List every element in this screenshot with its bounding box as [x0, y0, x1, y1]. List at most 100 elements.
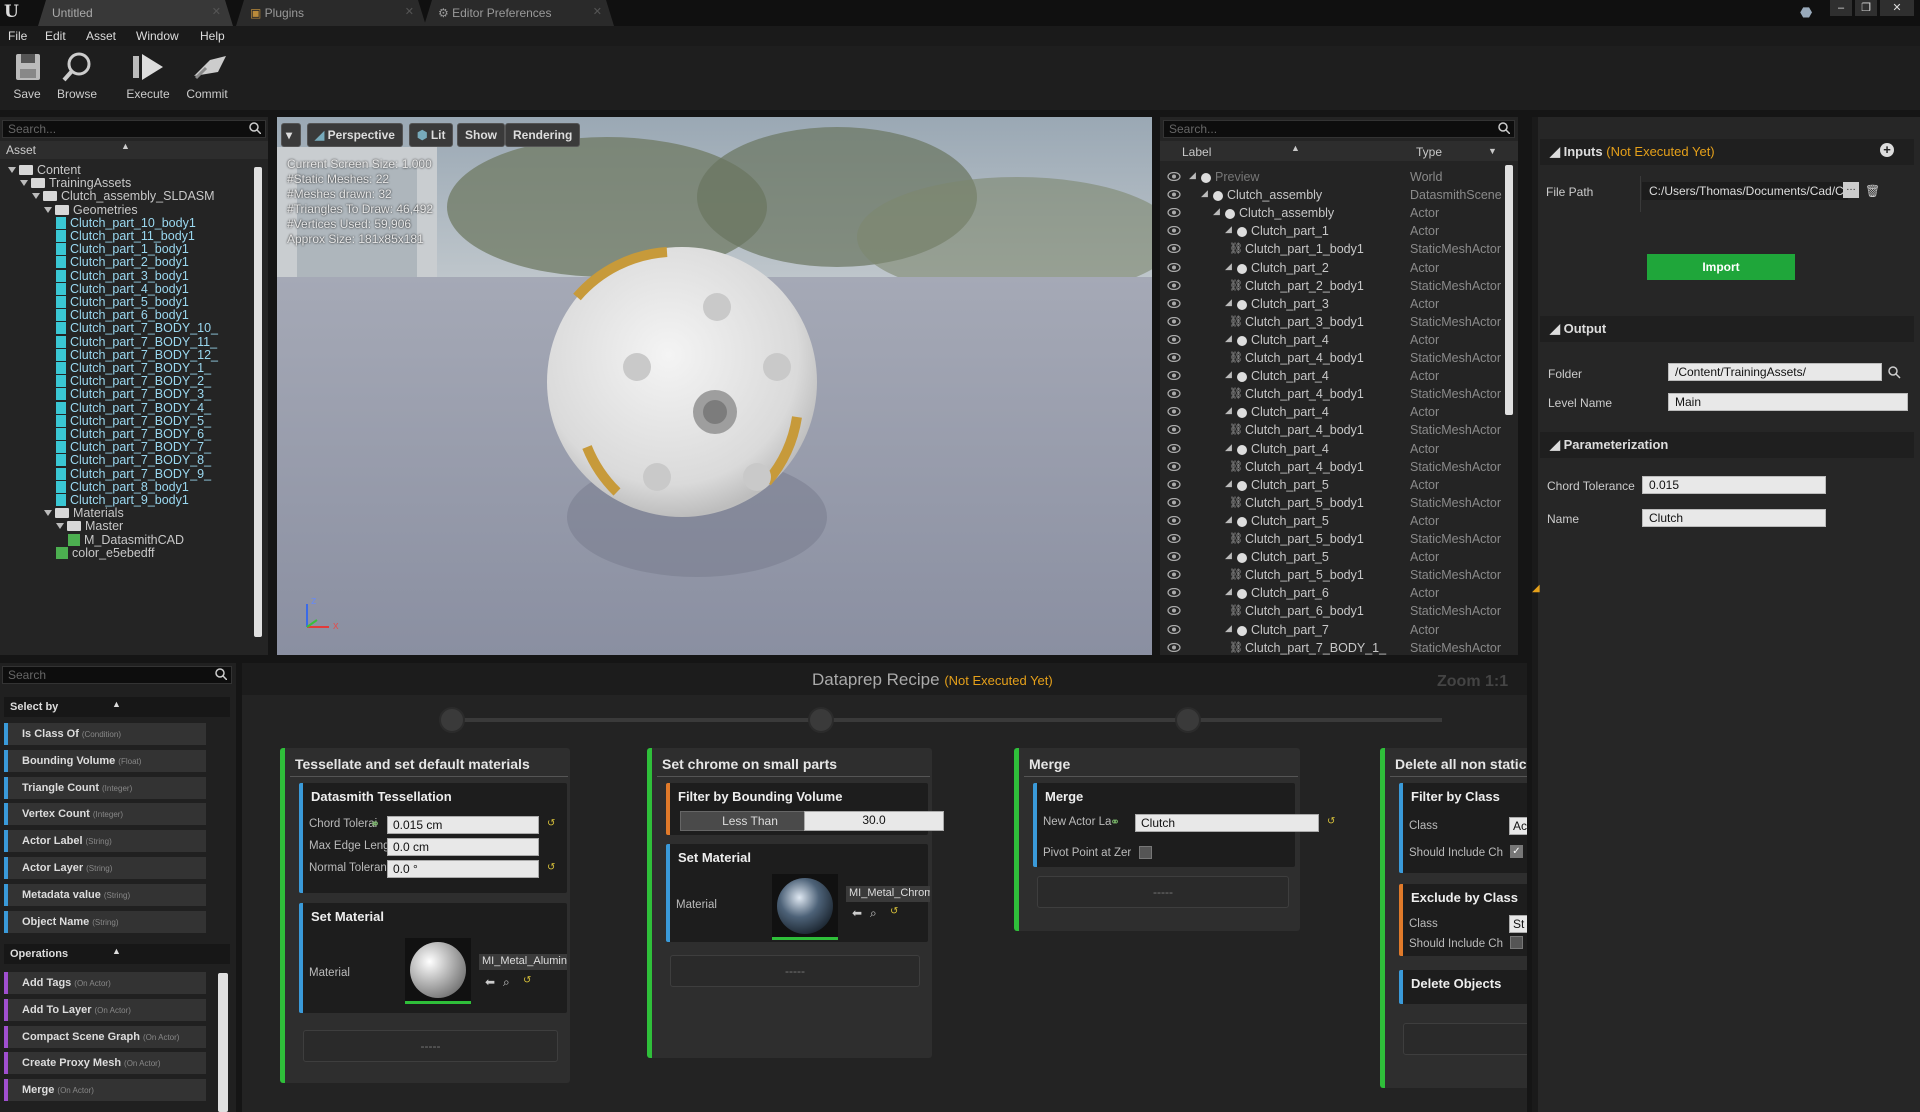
expand-arrow-icon[interactable]: ◢ [1225, 297, 1232, 308]
browse-button[interactable]: Browse [50, 50, 104, 108]
panel-splitter[interactable] [1532, 117, 1538, 1112]
library-item[interactable]: Compact Scene Graph (On Actor) [4, 1025, 206, 1048]
commit-button[interactable]: Commit [180, 50, 234, 108]
expand-arrow-icon[interactable]: ◢ [1225, 478, 1232, 489]
outliner-row[interactable]: ◢ Clutch_part_4 Actor [1163, 368, 1513, 386]
perspective-button[interactable]: ◢ Perspective [307, 123, 403, 147]
operation-drop-area[interactable] [1403, 1023, 1527, 1055]
expand-arrow-icon[interactable]: ◢ [1213, 206, 1220, 217]
visibility-eye-icon[interactable] [1167, 298, 1181, 308]
outliner-row[interactable]: ◢ Clutch_assembly Actor [1163, 205, 1513, 223]
set-material-operation[interactable]: Set Material Material MI_Metal_Chrome_01… [666, 844, 930, 942]
chord-tolerance-field[interactable]: 0.015 [1642, 476, 1826, 494]
search-icon[interactable] [1888, 366, 1901, 379]
select-by-header[interactable]: Select by ▲ [4, 697, 230, 717]
outliner-row[interactable]: ◢ Clutch_part_5 Actor [1163, 477, 1513, 495]
folder-field[interactable]: /Content/TrainingAssets/ [1668, 363, 1882, 381]
execute-button[interactable]: Execute [121, 50, 175, 108]
reset-icon[interactable]: ↺ [523, 975, 531, 986]
use-selected-arrow-icon[interactable]: ⬅ [852, 906, 862, 920]
visibility-eye-icon[interactable] [1167, 172, 1181, 181]
outliner-row[interactable]: ◢ Clutch_part_5 Actor [1163, 549, 1513, 567]
expand-arrow-icon[interactable]: ◢ [1225, 442, 1232, 453]
library-item[interactable]: Create Proxy Mesh (On Actor) [4, 1052, 206, 1075]
set-material-operation[interactable]: Set Material Material MI_Metal_Aluminium… [299, 903, 567, 1013]
window-close-button[interactable]: ✕ [1880, 0, 1914, 16]
expand-arrow-icon[interactable] [44, 510, 52, 517]
name-field[interactable]: Clutch [1642, 509, 1826, 527]
notification-icon[interactable]: ⬣ [1800, 4, 1812, 21]
library-item[interactable]: Bounding Volume (Float) [4, 749, 206, 772]
visibility-eye-icon[interactable] [1167, 515, 1181, 525]
library-item[interactable]: Actor Label (String) [4, 830, 206, 853]
operation-drop-area[interactable]: ----- [670, 955, 920, 987]
material-dropdown[interactable]: MI_Metal_Aluminium [479, 954, 567, 970]
include-children-checkbox[interactable] [1510, 936, 1523, 949]
pivot-point-checkbox[interactable] [1139, 846, 1152, 859]
link-icon[interactable]: ⚭ [370, 817, 380, 831]
tab-untitled[interactable]: Untitled ✕ [38, 0, 233, 26]
asset-search-input[interactable]: Search... [2, 120, 266, 138]
visibility-eye-icon[interactable] [1167, 334, 1181, 344]
material-dropdown[interactable]: MI_Metal_Chrome_01 [846, 886, 930, 902]
expand-arrow-icon[interactable] [20, 180, 28, 187]
minimize-button[interactable]: – [1830, 0, 1852, 16]
visibility-eye-icon[interactable] [1167, 244, 1181, 254]
rendering-button[interactable]: Rendering [505, 123, 581, 147]
asset-column-header[interactable]: Asset ▲ [0, 141, 268, 159]
outliner-row[interactable]: ◢ Clutch_part_4 Actor [1163, 332, 1513, 350]
tab-plugins[interactable]: ▣ Plugins ✕ [236, 0, 426, 26]
outliner-row[interactable]: ⛓ Clutch_part_5_body1 StaticMeshActor [1163, 531, 1513, 549]
browse-search-icon[interactable]: ⌕ [870, 906, 877, 921]
library-item[interactable]: Object Name (String) [4, 910, 206, 933]
library-item[interactable]: Triangle Count (Integer) [4, 776, 206, 799]
viewport-options-button[interactable]: ▾ [281, 123, 301, 147]
visibility-eye-icon[interactable] [1167, 371, 1181, 381]
expand-arrow-icon[interactable]: ◢ [1225, 224, 1232, 235]
outliner-row[interactable]: ⛓ Clutch_part_6_body1 StaticMeshActor [1163, 603, 1513, 621]
library-item[interactable]: Actor Layer (String) [4, 857, 206, 879]
output-section-header[interactable]: ◢ Output [1540, 316, 1914, 342]
menu-window[interactable]: Window [136, 29, 179, 43]
outliner-row[interactable]: ◢ Clutch_part_4 Actor [1163, 404, 1513, 422]
visibility-eye-icon[interactable] [1167, 570, 1181, 580]
filter-by-class-operation[interactable]: Filter by Class Class Ac Should Include … [1399, 783, 1527, 873]
datasmith-tessellation-operation[interactable]: Datasmith Tessellation Chord Tolerai ⚭ 0… [299, 783, 567, 893]
outliner-row[interactable]: ⛓ Clutch_part_5_body1 StaticMeshActor [1163, 495, 1513, 513]
visibility-eye-icon[interactable] [1167, 443, 1181, 453]
exclude-by-class-operation[interactable]: Exclude by Class Class St Should Include… [1399, 884, 1527, 956]
outliner-row[interactable]: ⛓ Clutch_part_4_body1 StaticMeshActor [1163, 459, 1513, 477]
close-icon[interactable]: ✕ [212, 5, 221, 18]
class-field[interactable]: St [1509, 915, 1527, 933]
use-selected-arrow-icon[interactable]: ⬅ [485, 975, 495, 989]
operation-drop-area[interactable]: ----- [303, 1030, 558, 1062]
visibility-eye-icon[interactable] [1167, 208, 1181, 218]
outliner-row[interactable]: ⛓ Clutch_part_4_body1 StaticMeshActor [1163, 386, 1513, 404]
expand-arrow-icon[interactable]: ◢ [1225, 550, 1232, 561]
reset-icon[interactable]: ↺ [547, 862, 555, 873]
3d-viewport[interactable]: ▾ ◢ Perspective ⬢ Lit Show Rendering Cur… [277, 117, 1152, 655]
library-item[interactable]: Is Class Of (Condition) [4, 723, 206, 745]
library-search-input[interactable]: Search [2, 666, 232, 684]
chord-tolerance-field[interactable]: 0.015 cm [387, 816, 539, 834]
outliner-row[interactable]: ⛓ Clutch_part_7_BODY_1_ StaticMeshActor [1163, 640, 1513, 658]
expand-arrow-icon[interactable]: ◢ [1201, 188, 1208, 199]
library-item[interactable]: Vertex Count (Integer) [4, 803, 206, 826]
outliner-row[interactable]: ⛓ Clutch_part_4_body1 StaticMeshActor [1163, 350, 1513, 368]
outliner-row[interactable]: ◢ Clutch_part_2 Actor [1163, 260, 1513, 278]
max-edge-length-field[interactable]: 0.0 cm [387, 838, 539, 856]
expand-arrow-icon[interactable] [8, 167, 16, 173]
delete-objects-operation[interactable]: Delete Objects [1399, 970, 1527, 1004]
reset-icon[interactable]: ↺ [1327, 816, 1335, 827]
outliner-row[interactable]: ◢ Clutch_assembly DatasmithScene [1163, 187, 1513, 205]
parameterization-section-header[interactable]: ◢ Parameterization [1540, 432, 1914, 458]
visibility-eye-icon[interactable] [1167, 624, 1181, 634]
inputs-section-header[interactable]: ◢ Inputs (Not Executed Yet) + [1540, 139, 1914, 165]
outliner-row[interactable]: ⛓ Clutch_part_4_body1 StaticMeshActor [1163, 422, 1513, 440]
visibility-eye-icon[interactable] [1167, 316, 1181, 326]
material-thumbnail[interactable] [772, 874, 838, 940]
trash-icon[interactable]: 🗑 [1865, 184, 1880, 198]
include-children-checkbox[interactable]: ✓ [1510, 845, 1523, 858]
library-item[interactable]: Add To Layer (On Actor) [4, 998, 206, 1021]
expand-arrow-icon[interactable]: ◢ [1225, 623, 1232, 634]
